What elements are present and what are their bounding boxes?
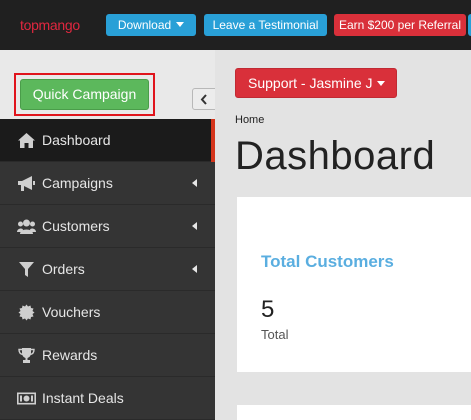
next-card [237, 405, 471, 420]
bullhorn-icon [18, 176, 35, 191]
sidebar-item-orders[interactable]: Orders [0, 248, 215, 291]
sidebar-item-label: Rewards [42, 347, 98, 363]
account-dropdown-button[interactable]: Support - Jasmine J [235, 68, 397, 98]
sidebar-item-vouchers[interactable]: Vouchers [0, 291, 215, 334]
home-icon [18, 133, 35, 148]
sidebar-item-label: Dashboard [42, 132, 111, 148]
logo[interactable]: topmango [20, 17, 80, 33]
sidebar-item-label: Instant Deals [42, 390, 124, 406]
certificate-icon [18, 304, 35, 321]
sidebar-collapse-button[interactable] [192, 88, 216, 110]
top-bar: topmango Download Leave a Testimonial Ea… [0, 0, 471, 50]
caret-left-icon [192, 222, 197, 230]
page-title: Dashboard [235, 134, 436, 178]
sidebar-item-label: Vouchers [42, 304, 101, 320]
card-title: Total Customers [261, 252, 394, 271]
main-content: Support - Jasmine J Home Dashboard Total… [215, 50, 471, 420]
caret-left-icon [192, 179, 197, 187]
leave-testimonial-button[interactable]: Leave a Testimonial [204, 14, 327, 36]
sidebar-item-instant-deals[interactable]: Instant Deals [0, 377, 215, 420]
card-value: 5 [261, 296, 275, 323]
total-customers-card: Total Customers 5 Total [237, 197, 471, 372]
card-subtitle: Total [261, 327, 289, 342]
sidebar-item-customers[interactable]: Customers [0, 205, 215, 248]
money-icon [17, 392, 36, 405]
caret-down-icon [376, 81, 385, 86]
caret-left-icon [192, 265, 197, 273]
sidebar-item-campaigns[interactable]: Campaigns [0, 162, 215, 205]
filter-icon [19, 262, 34, 277]
sidebar-item-rewards[interactable]: Rewards [0, 334, 215, 377]
account-label: Support - Jasmine J [248, 75, 373, 91]
sidebar-item-label: Customers [42, 218, 110, 234]
sidebar-item-label: Campaigns [42, 175, 113, 191]
sidebar: Quick Campaign Dashboard Campaigns Custo… [0, 50, 216, 420]
download-label: Download [117, 18, 172, 32]
referral-button[interactable]: Earn $200 per Referral [334, 14, 466, 36]
breadcrumb[interactable]: Home [235, 114, 264, 126]
download-button[interactable]: Download [106, 14, 196, 36]
users-icon [17, 219, 36, 234]
trophy-icon [18, 348, 35, 363]
highlight-box: Quick Campaign [14, 73, 155, 116]
caret-down-icon [176, 22, 185, 27]
quick-campaign-button[interactable]: Quick Campaign [20, 79, 149, 110]
sidebar-nav: Dashboard Campaigns Customers Orders Vou… [0, 119, 215, 420]
sidebar-item-label: Orders [42, 261, 85, 277]
chevron-left-icon [200, 94, 207, 105]
sidebar-item-dashboard[interactable]: Dashboard [0, 119, 215, 162]
